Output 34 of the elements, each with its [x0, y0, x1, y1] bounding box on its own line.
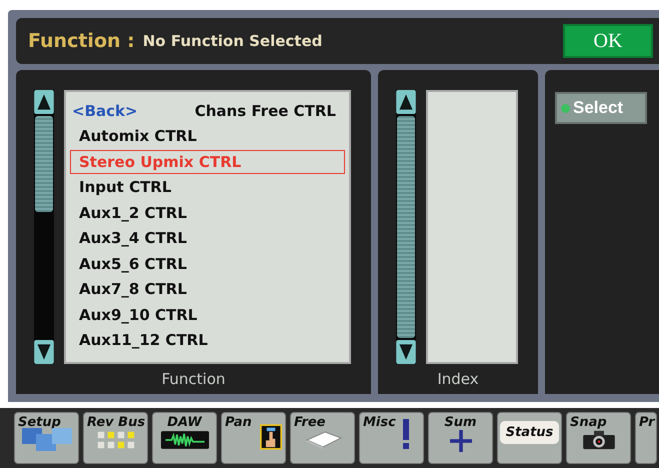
- list-item[interactable]: Chans Free CTRL: [186, 98, 345, 123]
- list-item[interactable]: Aux11_12 CTRL: [70, 328, 345, 352]
- scroll-down-icon[interactable]: [396, 340, 416, 364]
- panel-caption: Function: [160, 370, 226, 390]
- list-item[interactable]: Aux5_6 CTRL: [70, 252, 345, 276]
- scroll-thumb[interactable]: [35, 116, 53, 212]
- list-item[interactable]: Aux7_8 CTRL: [70, 277, 345, 302]
- tab[interactable]: Free: [290, 412, 355, 464]
- waveform-icon: [160, 430, 208, 450]
- tab[interactable]: Snap: [566, 412, 631, 464]
- tab[interactable]: Status: [497, 412, 562, 464]
- scroll-up-icon[interactable]: [396, 90, 416, 114]
- scroll-down-icon[interactable]: [34, 340, 54, 364]
- list-item[interactable]: Aux9_10 CTRL: [70, 302, 345, 327]
- tab[interactable]: Rev Bus: [83, 412, 148, 464]
- header-title: Function :: [28, 30, 135, 52]
- list-item[interactable]: Automix CTRL: [70, 124, 345, 148]
- tab[interactable]: DAW: [152, 412, 217, 464]
- exclamation-icon: [401, 419, 411, 449]
- list-item[interactable]: Aux3_4 CTRL: [70, 226, 345, 250]
- tab[interactable]: Pan: [221, 412, 286, 464]
- tab[interactable]: Pr: [635, 412, 657, 464]
- status-text: No Function Selected: [142, 32, 322, 50]
- tab[interactable]: Setup: [14, 412, 79, 464]
- tab[interactable]: Sum: [428, 412, 493, 464]
- plus-icon: [450, 430, 472, 452]
- scroll-thumb[interactable]: [397, 116, 415, 338]
- list-item[interactable]: Aux1_2 CTRL: [70, 200, 345, 225]
- list-item[interactable]: Input CTRL: [70, 175, 345, 200]
- back-link[interactable]: <Back>: [70, 102, 138, 120]
- touch-icon: [260, 424, 282, 450]
- panel-caption: Index: [436, 370, 480, 390]
- scroll-up-icon[interactable]: [34, 90, 54, 114]
- tab[interactable]: Misc: [359, 412, 424, 464]
